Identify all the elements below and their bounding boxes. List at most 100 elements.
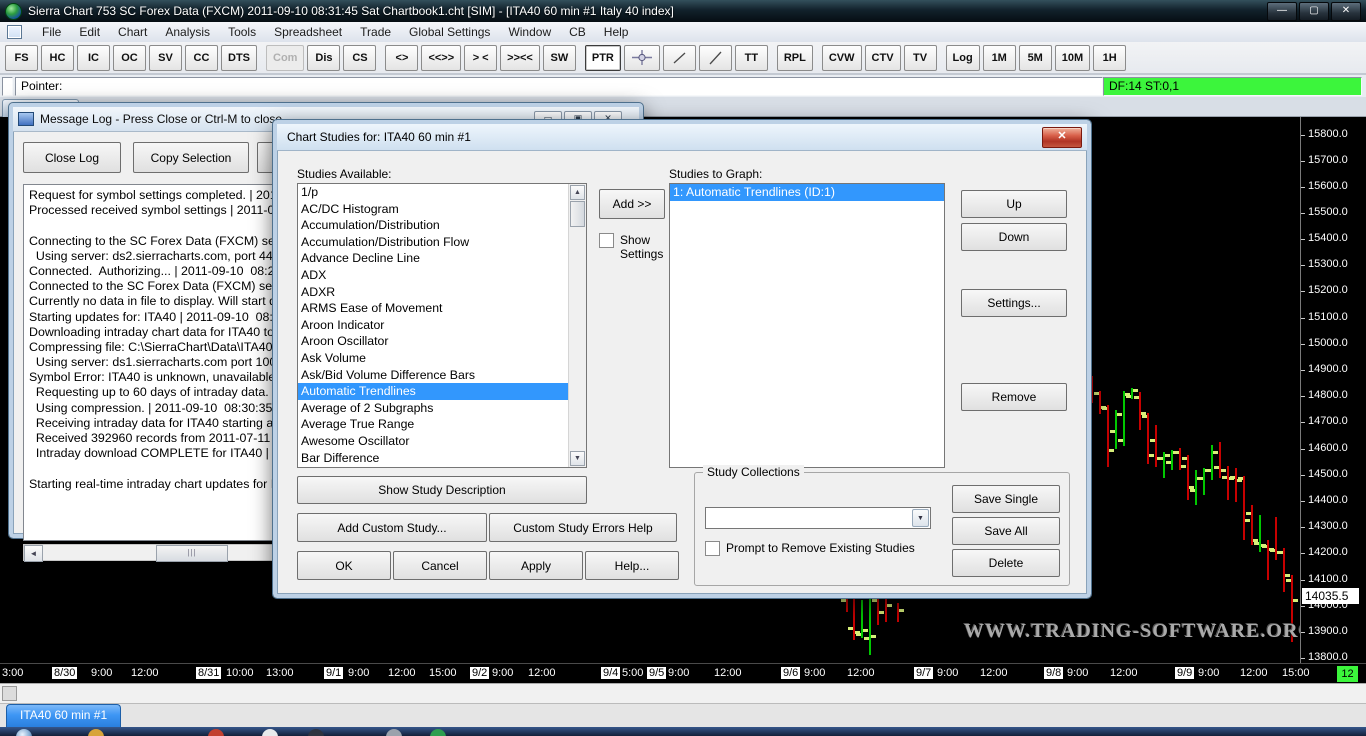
price-scale[interactable]: 15800.015700.015600.015500.015400.015300… bbox=[1300, 117, 1366, 663]
msglog-button-copy-selection[interactable]: Copy Selection bbox=[133, 142, 249, 173]
app-icon-red[interactable] bbox=[208, 729, 224, 736]
app-icon-globe[interactable] bbox=[430, 729, 446, 736]
app-icon-white[interactable] bbox=[262, 729, 278, 736]
add-custom-study-button[interactable]: Add Custom Study... bbox=[297, 513, 487, 542]
toolbar-button-10m[interactable]: 10M bbox=[1055, 45, 1090, 71]
save-single-button[interactable]: Save Single bbox=[952, 485, 1060, 513]
custom-study-errors-help-button[interactable]: Custom Study Errors Help bbox=[489, 513, 677, 542]
app-icon-dark[interactable] bbox=[308, 729, 324, 736]
maximize-button[interactable]: ▢ bbox=[1299, 2, 1329, 21]
toolbar-button-5m[interactable]: 5M bbox=[1019, 45, 1052, 71]
study-item-adxr[interactable]: ADXR bbox=[298, 284, 586, 301]
remove-button[interactable]: Remove bbox=[961, 383, 1067, 411]
study-item-average-true-range[interactable]: Average True Range bbox=[298, 416, 586, 433]
scroll-left-icon[interactable]: ◄ bbox=[24, 545, 43, 562]
study-item-aroon-indicator[interactable]: Aroon Indicator bbox=[298, 317, 586, 334]
toolbar-button-sw[interactable]: SW bbox=[543, 45, 576, 71]
trendline-icon[interactable] bbox=[663, 45, 696, 71]
menu-item-tools[interactable]: Tools bbox=[219, 23, 265, 42]
msglog-button-close-log[interactable]: Close Log bbox=[23, 142, 121, 173]
studies-available-list[interactable]: 1/pAC/DC HistogramAccumulation/Distribut… bbox=[297, 183, 587, 468]
toolbar-button-ctv[interactable]: CTV bbox=[865, 45, 901, 71]
toolbar-button-log[interactable]: Log bbox=[946, 45, 980, 71]
scrollbar-thumb[interactable] bbox=[570, 201, 585, 227]
show-study-description-button[interactable]: Show Study Description bbox=[297, 476, 587, 504]
time-axis[interactable]: 3:008/309:0012:008/3110:0013:009/19:0012… bbox=[0, 663, 1366, 683]
study-item-average-of-2-subgraphs[interactable]: Average of 2 Subgraphs bbox=[298, 400, 586, 417]
toolbar-button-[interactable]: <> bbox=[385, 45, 418, 71]
scrollbar-thumb[interactable]: ||| bbox=[156, 545, 228, 562]
study-item-ac-dc-histogram[interactable]: AC/DC Histogram bbox=[298, 201, 586, 218]
toolbar-button-oc[interactable]: OC bbox=[113, 45, 146, 71]
help-button[interactable]: Help... bbox=[585, 551, 679, 580]
checkbox-box[interactable] bbox=[599, 233, 614, 248]
toolbar-button-1m[interactable]: 1M bbox=[983, 45, 1016, 71]
delete-button[interactable]: Delete bbox=[952, 549, 1060, 577]
scroll-up-icon[interactable]: ▲ bbox=[570, 185, 585, 200]
study-item-1-p[interactable]: 1/p bbox=[298, 184, 586, 201]
study-item-automatic-trendlines[interactable]: Automatic Trendlines bbox=[298, 383, 586, 400]
add-study-button[interactable]: Add >> bbox=[599, 189, 665, 219]
study-item-arms-ease-of-movement[interactable]: ARMS Ease of Movement bbox=[298, 300, 586, 317]
study-collection-combobox[interactable]: ▼ bbox=[705, 507, 931, 529]
show-settings-checkbox[interactable]: Show Settings bbox=[599, 233, 669, 261]
toolbar-button-fs[interactable]: FS bbox=[5, 45, 38, 71]
study-item-ask-volume[interactable]: Ask Volume bbox=[298, 350, 586, 367]
study-item-accumulation-distribution[interactable]: Accumulation/Distribution bbox=[298, 217, 586, 234]
close-icon[interactable]: ✕ bbox=[1042, 127, 1082, 148]
chevron-down-icon[interactable]: ▼ bbox=[912, 509, 929, 527]
toolbar-button-cs[interactable]: CS bbox=[343, 45, 376, 71]
menu-item-file[interactable]: File bbox=[33, 23, 70, 42]
menu-item-help[interactable]: Help bbox=[595, 23, 638, 42]
study-item-bar-difference[interactable]: Bar Difference bbox=[298, 450, 586, 467]
toolbar-button-cvw[interactable]: CVW bbox=[822, 45, 862, 71]
apply-button[interactable]: Apply bbox=[489, 551, 583, 580]
menu-item-cb[interactable]: CB bbox=[560, 23, 595, 42]
study-item-adx[interactable]: ADX bbox=[298, 267, 586, 284]
cancel-button[interactable]: Cancel bbox=[393, 551, 487, 580]
toolbar-button-hc[interactable]: HC bbox=[41, 45, 74, 71]
study-item-aroon-oscillator[interactable]: Aroon Oscillator bbox=[298, 333, 586, 350]
study-item-accumulation-distribution-flow[interactable]: Accumulation/Distribution Flow bbox=[298, 234, 586, 251]
trendline2-icon[interactable] bbox=[699, 45, 732, 71]
minimize-button[interactable]: — bbox=[1267, 2, 1297, 21]
save-all-button[interactable]: Save All bbox=[952, 517, 1060, 545]
dialog-titlebar[interactable]: Chart Studies for: ITA40 60 min #1 ✕ bbox=[277, 124, 1087, 151]
study-item-ask-bid-volume-difference-bars[interactable]: Ask/Bid Volume Difference Bars bbox=[298, 367, 586, 384]
settings-button[interactable]: Settings... bbox=[961, 289, 1067, 317]
toolbar-button-[interactable]: > < bbox=[464, 45, 497, 71]
menu-item-window[interactable]: Window bbox=[499, 23, 560, 42]
menu-item-spreadsheet[interactable]: Spreadsheet bbox=[265, 23, 351, 42]
graph-study-item[interactable]: 1: Automatic Trendlines (ID:1) bbox=[670, 184, 944, 201]
toolbar-button-ptr[interactable]: PTR bbox=[585, 45, 621, 71]
study-item-advance-decline-line[interactable]: Advance Decline Line bbox=[298, 250, 586, 267]
toolbar-button-1h[interactable]: 1H bbox=[1093, 45, 1126, 71]
close-button[interactable]: ✕ bbox=[1331, 2, 1361, 21]
toolbar-button-tt[interactable]: TT bbox=[735, 45, 768, 71]
start-button[interactable] bbox=[16, 729, 32, 736]
menu-item-chart[interactable]: Chart bbox=[109, 23, 156, 42]
toolbar-button-sv[interactable]: SV bbox=[149, 45, 182, 71]
menu-item-global-settings[interactable]: Global Settings bbox=[400, 23, 499, 42]
toolbar-button-dis[interactable]: Dis bbox=[307, 45, 340, 71]
scroll-down-icon[interactable]: ▼ bbox=[570, 451, 585, 466]
menu-item-trade[interactable]: Trade bbox=[351, 23, 400, 42]
toolbar-button-cc[interactable]: CC bbox=[185, 45, 218, 71]
toolbar-button-rpl[interactable]: RPL bbox=[777, 45, 813, 71]
study-item-awesome-oscillator[interactable]: Awesome Oscillator bbox=[298, 433, 586, 450]
study-item-bar-end-time[interactable]: Bar End Time bbox=[298, 466, 586, 468]
studies-to-graph-list[interactable]: 1: Automatic Trendlines (ID:1) bbox=[669, 183, 945, 468]
down-button[interactable]: Down bbox=[961, 223, 1067, 251]
list-vertical-scrollbar[interactable]: ▲ ▼ bbox=[568, 184, 586, 467]
ok-button[interactable]: OK bbox=[297, 551, 391, 580]
toolbar-button-tv[interactable]: TV bbox=[904, 45, 937, 71]
toolbar-button-dts[interactable]: DTS bbox=[221, 45, 257, 71]
toolbar-button-ic[interactable]: IC bbox=[77, 45, 110, 71]
app-icon-gray[interactable] bbox=[386, 729, 402, 736]
crosshair-icon[interactable] bbox=[624, 45, 660, 71]
menu-item-edit[interactable]: Edit bbox=[70, 23, 109, 42]
checkbox-box[interactable] bbox=[705, 541, 720, 556]
toolbar-button-[interactable]: >><< bbox=[500, 45, 540, 71]
up-button[interactable]: Up bbox=[961, 190, 1067, 218]
toolbar-button-[interactable]: <<>> bbox=[421, 45, 461, 71]
